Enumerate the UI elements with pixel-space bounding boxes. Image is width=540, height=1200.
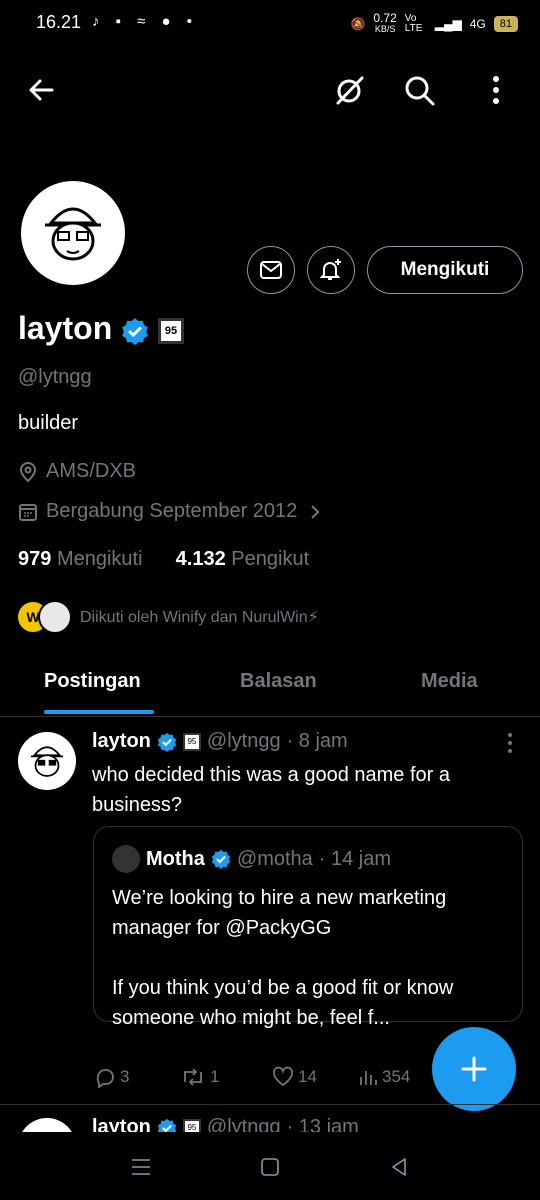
followed-by[interactable]: W Diikuti oleh Winify dan NurulWin⚡ <box>16 600 319 634</box>
tab-media[interactable]: Media <box>421 670 478 693</box>
location-pin-icon <box>19 461 37 482</box>
quote-avatar <box>112 845 140 873</box>
status-time: 16.21 <box>36 12 82 32</box>
tweet-more-button[interactable] <box>500 728 520 764</box>
avatar-illustration <box>30 746 64 777</box>
signal-4g-label: 4G <box>469 16 486 31</box>
views-count: 354 <box>382 1067 411 1086</box>
quote-author-handle: @motha <box>236 847 313 870</box>
quoted-tweet[interactable]: Motha @motha · 14 jam We’re looking to h… <box>93 826 523 1029</box>
network-speed: 0.72 KB/S <box>373 11 397 34</box>
profile-tabs: Postingan Balasan Media <box>0 658 540 717</box>
verified-badge-icon <box>157 732 177 752</box>
message-button[interactable] <box>247 246 295 294</box>
bell-plus-icon <box>319 259 341 280</box>
tweet-divider <box>0 1104 540 1105</box>
reply-count: 3 <box>120 1067 130 1086</box>
views-button[interactable]: 354 <box>358 1066 410 1088</box>
mute-icon: 🔕 <box>350 16 366 31</box>
quote-header: Motha @motha · 14 jam <box>112 845 391 873</box>
notifications-button[interactable] <box>307 246 355 294</box>
affiliate-badge: 95 <box>158 317 185 344</box>
more-vertical-icon <box>508 733 512 753</box>
retweet-icon <box>184 1068 202 1086</box>
profile-joined[interactable]: Bergabung September 2012 <box>18 500 325 523</box>
heart-icon <box>272 1066 294 1087</box>
profile-stats: 979 Mengikuti 4.132 Pengikut <box>18 548 309 571</box>
following-button[interactable]: Mengikuti <box>367 246 523 294</box>
grok-icon <box>336 76 364 105</box>
more-options-button[interactable] <box>476 70 516 110</box>
verified-badge-icon <box>211 849 231 869</box>
avatar-illustration <box>45 207 101 261</box>
search-button[interactable] <box>400 70 440 110</box>
tweet-header: layton 95 @lytngg · 8 jam <box>92 730 348 753</box>
tab-replies[interactable]: Balasan <box>240 670 317 693</box>
menu-icon[interactable] <box>130 1156 152 1178</box>
profile-location: AMS/DXB <box>18 460 136 483</box>
followed-by-text: Diikuti oleh Winify dan NurulWin⚡ <box>80 609 319 626</box>
followers-stat[interactable]: 4.132 Pengikut <box>176 548 309 570</box>
tweet-author-handle: @lytngg <box>206 730 281 752</box>
verified-badge-icon <box>122 317 148 345</box>
retweet-button[interactable]: 1 <box>180 1066 219 1088</box>
profile-bio: builder <box>18 412 79 434</box>
compose-post-button[interactable] <box>432 1027 516 1111</box>
android-nav-bar <box>0 1132 540 1200</box>
search-icon <box>405 76 435 106</box>
home-square-icon[interactable] <box>259 1156 281 1178</box>
tweet-avatar[interactable] <box>18 732 76 790</box>
mail-icon <box>260 261 282 279</box>
affiliate-badge: 95 <box>182 732 201 751</box>
profile-name: layton 95 <box>18 310 185 347</box>
volte-label: Vo LTE <box>404 12 423 34</box>
chevron-right-icon <box>311 504 320 519</box>
location-text: AMS/DXB <box>46 460 137 482</box>
joined-text: Bergabung September 2012 <box>46 500 298 522</box>
quote-time: · 14 jam <box>318 847 392 870</box>
battery-icon: 81 <box>493 15 518 32</box>
profile-name-text: layton <box>18 310 113 346</box>
profile-handle: @lytngg <box>18 366 92 388</box>
profile-avatar[interactable] <box>18 178 128 288</box>
arrow-left-icon <box>29 79 54 101</box>
like-count: 14 <box>298 1067 317 1086</box>
plus-icon <box>461 1056 487 1082</box>
back-button[interactable] <box>22 70 62 110</box>
signal-icon: ▂▄▆ <box>434 16 462 31</box>
following-stat[interactable]: 979 Mengikuti <box>18 548 143 570</box>
tweet-text: who decided this was a good name for a b… <box>92 764 450 816</box>
follower-avatar-nurulwin <box>38 600 72 634</box>
reply-button[interactable]: 3 <box>94 1066 129 1088</box>
tweet-time: · 8 jam <box>286 730 348 752</box>
tab-active-indicator <box>44 710 154 714</box>
tweet-author-name[interactable]: layton <box>92 730 151 753</box>
status-right-icons: 🔕 0.72 KB/S Vo LTE ▂▄▆ 4G 81 <box>350 11 518 34</box>
tab-posts[interactable]: Postingan <box>44 670 141 693</box>
like-button[interactable]: 14 <box>272 1066 317 1088</box>
grok-button[interactable] <box>330 70 370 110</box>
reply-icon <box>96 1069 114 1088</box>
quote-text: We’re looking to hire a new marketing ma… <box>112 887 454 1029</box>
status-notification-icons: ♪ ▪ ≈ ● • <box>92 13 199 30</box>
views-chart-icon <box>360 1071 377 1085</box>
back-triangle-icon[interactable] <box>388 1156 410 1178</box>
retweet-count: 1 <box>210 1067 220 1086</box>
quote-author-name: Motha <box>146 847 205 870</box>
more-vertical-icon <box>493 76 499 104</box>
calendar-icon <box>19 503 37 521</box>
status-bar: 16.21 ♪ ▪ ≈ ● • 🔕 0.72 KB/S Vo LTE ▂▄▆ 4G… <box>0 0 540 48</box>
